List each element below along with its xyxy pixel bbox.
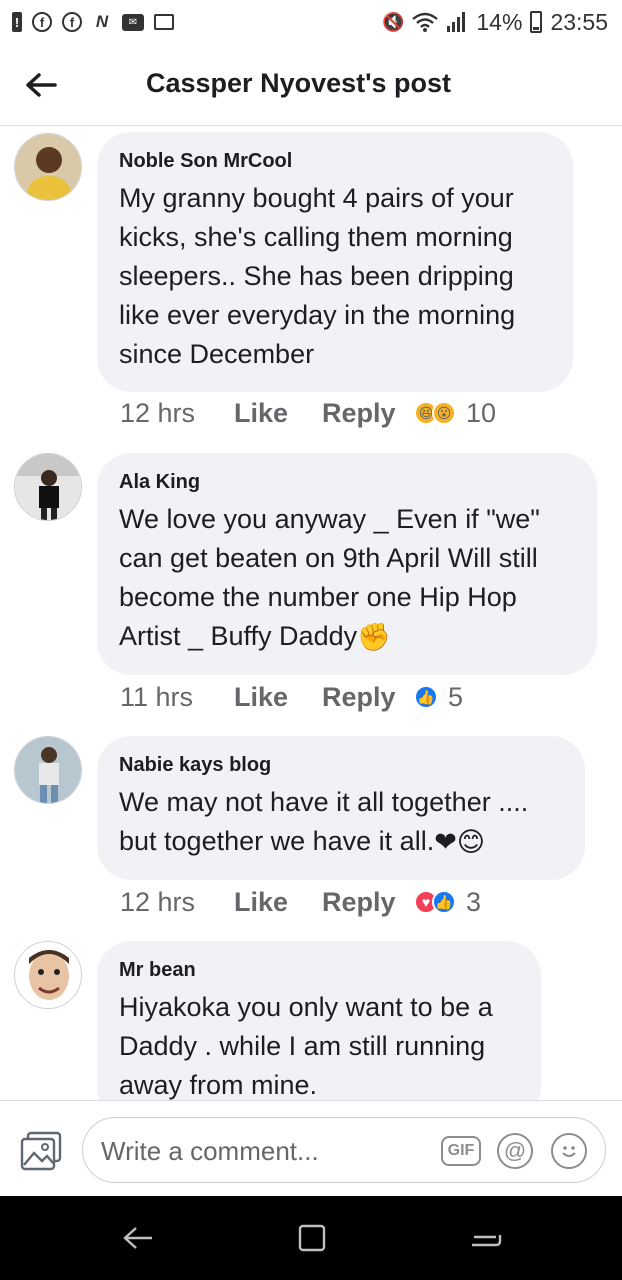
reply-button[interactable]: Reply (322, 887, 414, 918)
comment-bubble[interactable]: Mr bean Hiyakoka you only want to be a D… (97, 941, 541, 1100)
photo-icon (20, 1131, 62, 1171)
avatar[interactable] (14, 453, 82, 521)
comment-text: We love you anyway _ Even if "we" can ge… (119, 504, 540, 651)
like-button[interactable]: Like (234, 682, 322, 713)
photo-button[interactable] (20, 1131, 62, 1171)
mention-button[interactable]: @ (497, 1133, 533, 1169)
reaction-count: 5 (448, 681, 464, 712)
comment-actions: 12 hrs Like Reply ♥ 👍 3 (120, 882, 481, 922)
mute-icon: 🔇 (381, 11, 405, 32)
avatar[interactable] (14, 941, 82, 1009)
reaction-count: 10 (466, 397, 497, 428)
comment-time: 11 hrs (120, 681, 194, 712)
reactions-summary[interactable]: ♥ 👍 (414, 890, 456, 914)
post-header: Cassper Nyovest's post (0, 44, 622, 126)
back-nav-button[interactable] (118, 1220, 158, 1256)
comment-author[interactable]: Noble Son MrCool (119, 150, 551, 173)
comment-input[interactable]: Write a comment... GIF @ (82, 1117, 606, 1183)
facebook-icon: f (62, 12, 82, 32)
like-button[interactable]: Like (234, 398, 322, 429)
reaction-count: 3 (466, 886, 482, 917)
battery-percent: 14% (476, 8, 523, 35)
page-title: Cassper Nyovest's post (146, 68, 452, 98)
system-icons: 🔇 14% 23:55 (382, 9, 608, 36)
battery-icon (530, 11, 543, 33)
gallery-icon (154, 14, 174, 30)
comment-composer: Write a comment... GIF @ (0, 1100, 622, 1196)
comment-author[interactable]: Nabie kays blog (119, 754, 563, 777)
comments-list: Noble Son MrCool My granny bought 4 pair… (0, 127, 622, 1100)
reply-button[interactable]: Reply (322, 682, 414, 713)
comment-author[interactable]: Mr bean (119, 959, 519, 982)
comment-actions: 12 hrs Like Reply 😆 😮 10 (120, 393, 496, 433)
reactions-summary[interactable]: 👍 (414, 685, 438, 709)
facebook-icon: f (32, 12, 52, 32)
avatar[interactable] (14, 133, 82, 201)
recents-icon (298, 1224, 326, 1252)
like-reaction-icon: 👍 (432, 890, 456, 914)
alert-icon: ! (12, 12, 22, 32)
navigation-bar (0, 1196, 622, 1280)
arrow-left-icon (26, 73, 57, 97)
home-switch-icon (472, 1235, 502, 1247)
switch-button[interactable] (466, 1220, 506, 1256)
reactions-summary[interactable]: 😆 😮 (414, 401, 456, 425)
n-icon: N (95, 12, 109, 31)
avatar[interactable] (14, 736, 82, 804)
comment-bubble[interactable]: Noble Son MrCool My granny bought 4 pair… (97, 132, 573, 392)
recents-button[interactable] (292, 1220, 332, 1256)
comment-time: 12 hrs (120, 886, 196, 917)
wow-reaction-icon: 😮 (432, 401, 456, 425)
comment-author[interactable]: Ala King (119, 471, 575, 494)
fist-emoji-icon: ✊ (357, 622, 391, 653)
comment-text: Hiyakoka you only want to be a Daddy . w… (119, 992, 493, 1100)
heart-smile-emoji-icon: ❤😊 (434, 827, 485, 858)
reply-button[interactable]: Reply (322, 398, 414, 429)
comment-time: 12 hrs (120, 397, 196, 428)
like-button[interactable]: Like (234, 887, 322, 918)
comment-actions: 11 hrs Like Reply 👍 5 (120, 677, 463, 717)
back-button[interactable] (22, 66, 60, 104)
notification-icons: ! f f N ✉ (12, 12, 174, 32)
message-icon: ✉ (122, 13, 144, 31)
wifi-icon (412, 12, 439, 32)
emoji-button[interactable] (551, 1133, 587, 1169)
gif-button[interactable]: GIF (441, 1136, 481, 1166)
smiley-icon (562, 1146, 576, 1157)
comment-placeholder: Write a comment... (101, 1136, 319, 1166)
clock: 23:55 (550, 8, 608, 35)
comment-bubble[interactable]: Ala King We love you anyway _ Even if "w… (97, 453, 597, 676)
like-reaction-icon: 👍 (414, 685, 438, 709)
comment-bubble[interactable]: Nabie kays blog We may not have it all t… (97, 736, 585, 881)
status-bar: ! f f N ✉ 🔇 14% 23:55 (0, 0, 622, 44)
back-nav-icon (123, 1227, 152, 1249)
signal-icon (447, 12, 466, 32)
comment-text: My granny bought 4 pairs of your kicks, … (119, 183, 516, 369)
